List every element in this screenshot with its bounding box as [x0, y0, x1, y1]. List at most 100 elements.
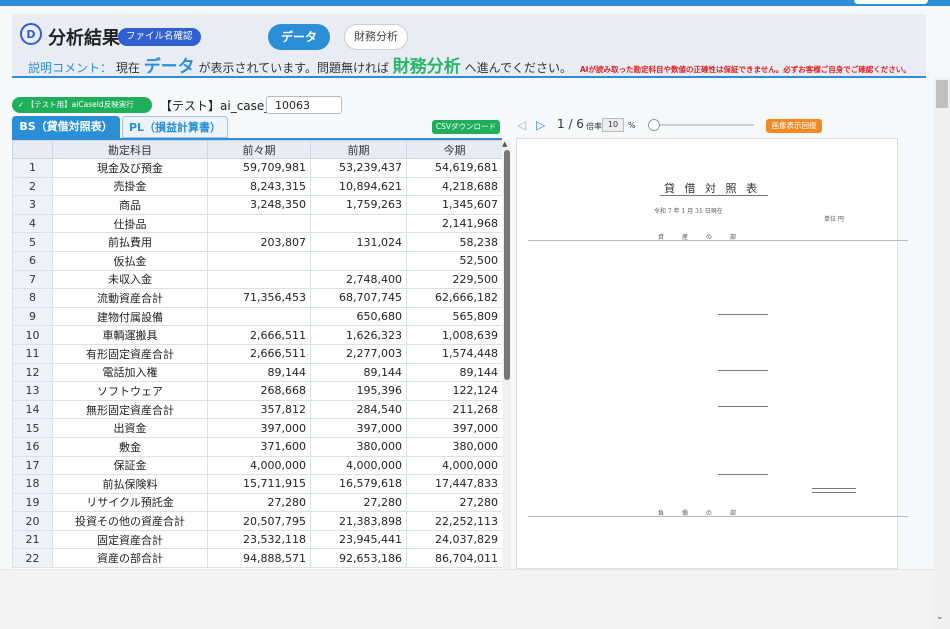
- value-prev: 16,579,618: [310, 474, 407, 494]
- row-index: 16: [12, 436, 53, 457]
- reset-image-button[interactable]: 画像表示回復: [766, 119, 822, 133]
- zoom-slider[interactable]: [648, 124, 754, 126]
- run-aicaseid-button[interactable]: ✓ 【テスト用】aiCaseId反映実行: [12, 97, 152, 113]
- scroll-up-icon[interactable]: ▲: [502, 140, 507, 148]
- top-accent-bar: [0, 0, 950, 6]
- doc-title: 貸 借 対 照 表: [664, 182, 760, 195]
- table-row[interactable]: 12 電話加入権 89,144 89,144 89,144: [12, 362, 502, 383]
- table-row[interactable]: 4 仕掛品 2,141,968: [12, 213, 502, 234]
- value-prev2: 15,711,915: [207, 474, 311, 494]
- check-icon: ✓: [18, 100, 25, 109]
- value-prev2: 203,807: [207, 232, 311, 252]
- value-current: 1,574,448: [406, 343, 502, 364]
- doc-rule: [718, 314, 768, 315]
- value-current: 2,141,968: [406, 213, 502, 234]
- doc-title-underline: [660, 195, 768, 196]
- table-row[interactable]: 11 有形固定資産合計 2,666,511 2,277,003 1,574,448: [12, 343, 502, 364]
- table-row[interactable]: 14 無形固定資産合計 357,812 284,540 211,268: [12, 399, 502, 420]
- value-prev2: [207, 269, 311, 290]
- value-current: 397,000: [406, 418, 502, 438]
- row-index: 4: [12, 213, 53, 234]
- page-scrollbar-thumb[interactable]: [936, 80, 948, 108]
- page-scrollbar-track[interactable]: [934, 78, 950, 629]
- zoom-input[interactable]: 10: [602, 118, 624, 132]
- value-prev2: 59,709,981: [207, 158, 311, 178]
- table-row[interactable]: 22 資産の部合計 94,888,571 92,653,186 86,704,011: [12, 548, 502, 569]
- account-name: 固定資産合計: [52, 529, 208, 550]
- row-index: 14: [12, 399, 53, 420]
- row-index: 10: [12, 325, 53, 345]
- account-name: 電話加入権: [52, 362, 208, 383]
- value-prev: 92,653,186: [310, 548, 407, 569]
- page-scroll-down-icon[interactable]: ⌄: [936, 612, 944, 622]
- account-name: 仮払金: [52, 250, 208, 271]
- value-prev2: 94,888,571: [207, 548, 311, 569]
- table-row[interactable]: 20 投資その他の資産合計 20,507,795 21,383,898 22,252,1…: [12, 511, 502, 531]
- value-prev2: [207, 213, 311, 234]
- row-index: 12: [12, 362, 53, 383]
- table-row[interactable]: 2 売掛金 8,243,315 10,894,621 4,218,688: [12, 176, 502, 197]
- tab-income-statement[interactable]: PL（損益計算書）: [122, 116, 228, 138]
- case-id-input[interactable]: [266, 96, 342, 114]
- row-index: 17: [12, 455, 53, 476]
- table-row[interactable]: 10 車輌運搬具 2,666,511 1,626,323 1,008,639: [12, 325, 502, 345]
- tab-financial-analysis[interactable]: 財務分析: [344, 24, 408, 50]
- table-row[interactable]: 1 現金及び預金 59,709,981 53,239,437 54,619,681: [12, 158, 502, 178]
- account-name: 敷金: [52, 436, 208, 457]
- value-prev2: 371,600: [207, 436, 311, 457]
- table-row[interactable]: 3 商品 3,248,350 1,759,263 1,345,607: [12, 195, 502, 215]
- doc-rule: [528, 516, 908, 517]
- value-prev: 397,000: [310, 418, 407, 438]
- col-header-prev2: 前々期: [207, 140, 311, 159]
- col-header-current: 今期: [406, 140, 502, 159]
- account-name: 商品: [52, 195, 208, 215]
- table-row[interactable]: 17 保証金 4,000,000 4,000,000 4,000,000: [12, 455, 502, 476]
- value-prev: 1,626,323: [310, 325, 407, 345]
- prev-page-icon[interactable]: ◁: [517, 118, 526, 132]
- table-row[interactable]: 16 敷金 371,600 380,000 380,000: [12, 436, 502, 457]
- zoom-slider-knob[interactable]: [648, 119, 661, 131]
- table-row[interactable]: 7 未収入金 2,748,400 229,500: [12, 269, 502, 290]
- value-prev2: 8,243,315: [207, 176, 311, 197]
- table-scrollbar-thumb[interactable]: [504, 150, 510, 380]
- account-name: 流動資産合計: [52, 288, 208, 308]
- value-current: 565,809: [406, 306, 502, 327]
- value-prev2: 2,666,511: [207, 343, 311, 364]
- value-current: 229,500: [406, 269, 502, 290]
- row-index: 2: [12, 176, 53, 197]
- table-row[interactable]: 13 ソフトウェア 268,668 195,396 122,124: [12, 381, 502, 401]
- row-index: 9: [12, 306, 53, 327]
- table-row[interactable]: 18 前払保険料 15,711,915 16,579,618 17,447,833: [12, 474, 502, 494]
- value-prev2: [207, 306, 311, 327]
- doc-rule: [812, 492, 856, 493]
- comment-label: 説明コメント：: [28, 61, 113, 75]
- value-current: 380,000: [406, 436, 502, 457]
- col-header-index: [12, 140, 53, 159]
- value-current: 89,144: [406, 362, 502, 383]
- row-index: 22: [12, 548, 53, 569]
- doc-rule: [718, 370, 768, 371]
- table-header-row: 勘定科目 前々期 前期 今期: [12, 140, 502, 159]
- table-row[interactable]: 19 リサイクル預託金 27,280 27,280 27,280: [12, 492, 502, 513]
- page-title: 分析結果: [48, 28, 120, 49]
- comment-fin-highlight: 財務分析: [392, 57, 461, 77]
- filename-check-button[interactable]: ファイル名確認: [118, 28, 201, 46]
- tab-data[interactable]: データ: [268, 24, 330, 50]
- table-row[interactable]: 6 仮払金 52,500: [12, 250, 502, 271]
- next-page-icon[interactable]: ▷: [536, 118, 545, 132]
- table-row[interactable]: 9 建物付属設備 650,680 565,809: [12, 306, 502, 327]
- csv-download-button[interactable]: CSVダウンロード: [432, 120, 500, 134]
- value-prev: 4,000,000: [310, 455, 407, 476]
- doc-rule: [718, 474, 768, 475]
- tab-balance-sheet[interactable]: BS（貸借対照表）: [12, 116, 120, 138]
- value-prev: [310, 213, 407, 234]
- table-row[interactable]: 8 流動資産合計 71,356,453 68,707,745 62,666,182: [12, 288, 502, 308]
- table-row[interactable]: 21 固定資産合計 23,532,118 23,945,441 24,037,829: [12, 529, 502, 550]
- value-prev2: 20,507,795: [207, 511, 311, 531]
- table-row[interactable]: 5 前払費用 203,807 131,024 58,238: [12, 232, 502, 252]
- value-current: 22,252,113: [406, 511, 502, 531]
- value-current: 211,268: [406, 399, 502, 420]
- table-row[interactable]: 15 出資金 397,000 397,000 397,000: [12, 418, 502, 438]
- value-prev2: 89,144: [207, 362, 311, 383]
- row-index: 21: [12, 529, 53, 550]
